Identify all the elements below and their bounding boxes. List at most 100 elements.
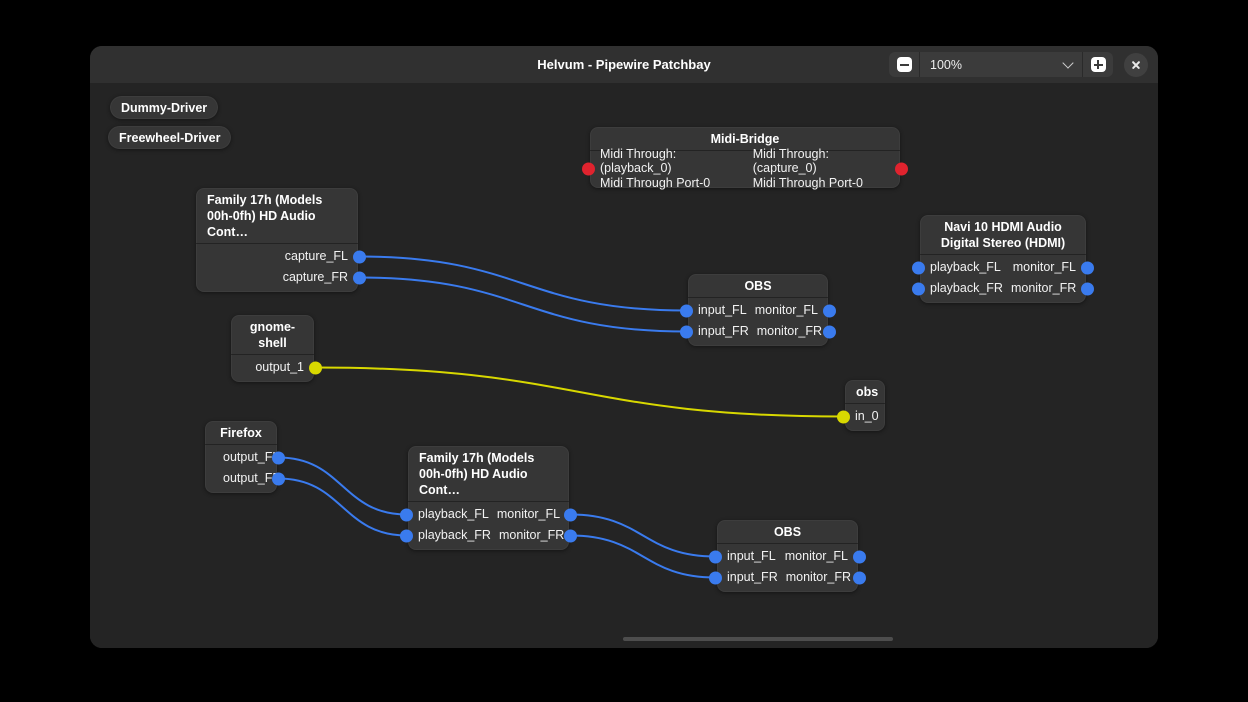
zoom-level-dropdown[interactable]: 100%	[920, 52, 1082, 77]
port: monitor_FL	[755, 303, 818, 318]
patch-cable[interactable]	[571, 536, 716, 578]
port-label: input_FL	[698, 303, 747, 317]
audio-port-dot[interactable]	[912, 261, 925, 274]
port: playback_FR	[418, 528, 491, 543]
audio-port-dot[interactable]	[272, 472, 285, 485]
audio-port-dot[interactable]	[823, 325, 836, 338]
node-ports: Midi Through:(playback_0) Midi Through P…	[590, 151, 900, 188]
audio-port-dot[interactable]	[823, 304, 836, 317]
port-label: monitor_FL	[785, 549, 848, 563]
port: output_FR	[223, 471, 281, 486]
audio-port-dot[interactable]	[853, 571, 866, 584]
node-title: Family 17h (Models 00h-0fh) HD Audio Con…	[408, 446, 569, 502]
audio-port-dot[interactable]	[272, 451, 285, 464]
node-family-17h-bottom[interactable]: Family 17h (Models 00h-0fh) HD Audio Con…	[408, 446, 569, 550]
audio-port-dot[interactable]	[680, 325, 693, 338]
port: playback_FL	[930, 260, 1001, 275]
node-midi-bridge[interactable]: Midi-BridgeMidi Through:(playback_0) Mid…	[590, 127, 900, 188]
node-ports: in_0	[845, 404, 885, 431]
node-navi-10-hdmi[interactable]: Navi 10 HDMI Audio Digital Stereo (HDMI)…	[920, 215, 1086, 303]
port-row: Midi Through:(playback_0) Midi Through P…	[590, 153, 900, 184]
midi-port-dot[interactable]	[582, 162, 595, 175]
node-firefox[interactable]: Firefox output_FL output_FR	[205, 421, 277, 493]
close-button[interactable]	[1124, 53, 1148, 77]
port-label: monitor_FL	[755, 303, 818, 317]
audio-port-dot[interactable]	[353, 271, 366, 284]
port-label: monitor_FL	[1013, 260, 1076, 274]
port-row: input_FL monitor_FL	[717, 546, 858, 567]
port-row: playback_FRmonitor_FR	[920, 278, 1086, 299]
node-ports: playback_FLmonitor_FL playback_FR monitor_…	[408, 502, 569, 550]
patch-cable[interactable]	[360, 257, 687, 311]
chevron-down-icon	[1062, 57, 1073, 68]
port-label: input_FL	[727, 549, 776, 563]
port-label: playback_FL	[930, 260, 1001, 274]
node-title: OBS	[688, 274, 828, 298]
port: playback_FR	[930, 281, 1003, 296]
node-obs-top[interactable]: OBS input_FL monitor_FL input_FR monitor_FR	[688, 274, 828, 346]
port: capture_FR	[283, 270, 348, 285]
port-label: capture_FL	[285, 249, 348, 263]
port-row: input_FL monitor_FL	[688, 300, 828, 321]
port: monitor_FL	[497, 507, 560, 522]
port: output_FL	[223, 450, 279, 465]
node-ports: output_FL output_FR	[205, 445, 277, 493]
port: input_FL	[698, 303, 747, 318]
audio-port-dot[interactable]	[680, 304, 693, 317]
patch-cable[interactable]	[571, 515, 716, 557]
node-obs-small[interactable]: obs in_0	[845, 380, 885, 431]
port-label: monitor_FR	[757, 324, 822, 338]
port-row: playback_FL monitor_FL	[920, 257, 1086, 278]
audio-port-dot[interactable]	[709, 571, 722, 584]
audio-port-dot[interactable]	[564, 508, 577, 521]
audio-port-dot[interactable]	[912, 282, 925, 295]
titlebar[interactable]: Helvum - Pipewire Patchbay 100%	[90, 46, 1158, 84]
port-label: capture_FR	[283, 270, 348, 284]
port-label: monitor_FR	[499, 528, 564, 542]
port-label: output_FL	[223, 450, 279, 464]
audio-port-dot[interactable]	[853, 550, 866, 563]
node-title: Firefox	[205, 421, 277, 445]
patchbay-canvas[interactable]: Dummy-Driver Freewheel-Driver Midi-BridgeM…	[90, 83, 1158, 648]
node-family-17h-top[interactable]: Family 17h (Models 00h-0fh) HD Audio Con…	[196, 188, 358, 292]
node-ports: playback_FL monitor_FL playback_FRmonitor_…	[920, 255, 1086, 303]
node-obs-bottom[interactable]: OBSinput_FLmonitor_FLinput_FRmonitor_FR	[717, 520, 858, 592]
audio-port-dot[interactable]	[564, 529, 577, 542]
audio-port-dot[interactable]	[400, 529, 413, 542]
port-row: input_FR monitor_FR	[688, 321, 828, 342]
node-dummy-driver[interactable]: Dummy-Driver	[110, 96, 218, 119]
port-label: in_0	[855, 409, 879, 423]
node-gnome-shell[interactable]: gnome-shelloutput_1	[231, 315, 314, 382]
audio-port-dot[interactable]	[1081, 261, 1094, 274]
port-row: output_FL	[205, 447, 277, 468]
zoom-in-icon	[1091, 57, 1106, 72]
node-freewheel-driver[interactable]: Freewheel-Driver	[108, 126, 231, 149]
midi-port-dot[interactable]	[895, 162, 908, 175]
port-row: playback_FLmonitor_FL	[408, 504, 569, 525]
node-ports: output_1	[231, 355, 314, 382]
audio-port-dot[interactable]	[1081, 282, 1094, 295]
port-row: capture_FR	[196, 267, 358, 288]
video-port-dot[interactable]	[309, 361, 322, 374]
zoom-in-button[interactable]	[1083, 52, 1113, 77]
patch-cable[interactable]	[316, 368, 844, 417]
video-port-dot[interactable]	[837, 410, 850, 423]
audio-port-dot[interactable]	[400, 508, 413, 521]
port: input_FR	[698, 324, 749, 339]
audio-port-dot[interactable]	[353, 250, 366, 263]
node-title: Navi 10 HDMI Audio Digital Stereo (HDMI)	[920, 215, 1086, 255]
horizontal-scrollbar[interactable]	[623, 637, 893, 641]
patch-cable[interactable]	[360, 278, 687, 332]
patch-cable[interactable]	[279, 458, 407, 515]
patch-cable[interactable]	[279, 479, 407, 536]
node-title: obs	[845, 380, 885, 404]
audio-port-dot[interactable]	[709, 550, 722, 563]
port-row: capture_FL	[196, 246, 358, 267]
zoom-out-button[interactable]	[889, 52, 919, 77]
node-title: gnome-shell	[231, 315, 314, 355]
node-title: OBS	[717, 520, 858, 544]
port: Midi Through:(playback_0) Midi Through P…	[600, 147, 745, 191]
node-ports: capture_FL capture_FR	[196, 244, 358, 292]
port-row: output_FR	[205, 468, 277, 489]
port-row: output_1	[231, 357, 314, 378]
